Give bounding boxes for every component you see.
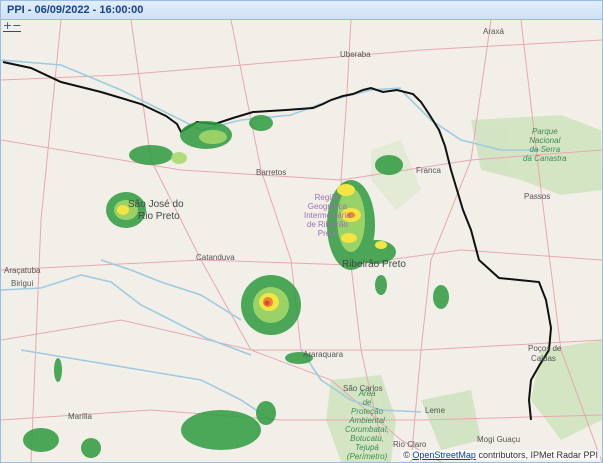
park-label-serra-canastra: Parque Nacional da Serra da Canastra — [523, 127, 567, 163]
rivers — [1, 59, 541, 421]
city-label-ribeirao-preto: Ribeirão Preto — [342, 259, 406, 270]
city-label-leme: Leme — [425, 406, 446, 415]
city-label-mogi-guacu: Mogi Guaçu — [477, 435, 521, 444]
radar-window: PPI - 06/09/2022 - 16:00:00 +− Uberaba A… — [0, 0, 603, 463]
city-label-rio-claro: Rio Claro — [393, 440, 427, 449]
city-label-birigui: Birigui — [11, 279, 34, 288]
city-label-marilia: Marília — [68, 412, 93, 421]
city-label-barretos: Barretos — [256, 168, 287, 177]
city-label-uberaba: Uberaba — [340, 50, 371, 59]
zoom-control[interactable]: +− — [3, 20, 22, 32]
city-label-passos: Passos — [524, 192, 551, 201]
city-label-sao-jose-line2: Rio Preto — [138, 211, 180, 222]
city-label-aracatuba: Araçatuba — [4, 266, 41, 275]
road-network — [1, 20, 602, 462]
city-label-sao-jose-line1: São José do — [128, 199, 184, 210]
radar-echoes-intense — [264, 300, 270, 306]
city-label-pocos-line2: Caldas — [531, 354, 556, 363]
city-label-pocos-line1: Poços de — [528, 344, 562, 353]
region-label: Região Geográfica Intermediária de Ribei… — [304, 193, 351, 238]
window-titlebar: PPI - 06/09/2022 - 16:00:00 — [1, 1, 602, 20]
city-label-araraquara: Araraquara — [303, 350, 344, 359]
city-label-araxa: Araxá — [483, 27, 504, 36]
openstreetmap-link[interactable]: OpenStreetMap — [412, 450, 476, 460]
window-title: PPI - 06/09/2022 - 16:00:00 — [7, 4, 144, 16]
city-label-franca: Franca — [416, 166, 441, 175]
map-attribution: © OpenStreetMap contributors, IPMet Rada… — [401, 450, 600, 460]
city-label-catanduva: Catanduva — [196, 253, 235, 262]
map-view[interactable]: +− Uberaba Araxá Franca Passos Barretos … — [1, 20, 602, 462]
park-label-corumbatai: Área de Proteção Ambiental Corumbataí, B… — [345, 389, 390, 461]
map-canvas — [1, 20, 602, 462]
